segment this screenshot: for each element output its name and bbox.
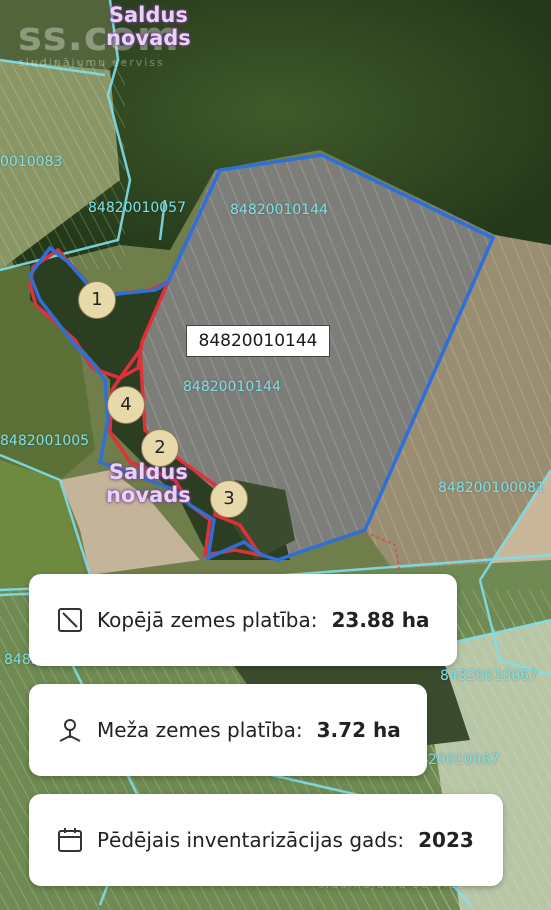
region-label: Saldus novads [106, 4, 191, 50]
forest-area-card: Meža zemes platība: 3.72 ha [29, 684, 427, 776]
region-label-line: novads [106, 26, 191, 50]
forest-area-value: 3.72 ha [316, 718, 401, 742]
total-area-value: 23.88 ha [331, 608, 430, 632]
marker-1[interactable]: 1 [78, 281, 116, 319]
selected-parcel-label[interactable]: 84820010144 [186, 325, 330, 357]
tree-icon [55, 715, 85, 745]
area-icon [55, 605, 85, 635]
parcel-label: 20010067 [428, 752, 500, 768]
parcel-label: 84820010144 [183, 379, 281, 395]
parcel-label: 0010083 [0, 154, 63, 170]
total-area-card: Kopējā zemes platība: 23.88 ha [29, 574, 457, 666]
total-area-label: Kopējā zemes platība: [97, 608, 318, 632]
region-label-line: novads [106, 483, 191, 507]
parcel-label: 84820010067 [440, 668, 538, 684]
parcel-label: 8482001005 [0, 433, 90, 449]
forest-area-label: Meža zemes platība: [97, 718, 303, 742]
region-label: Saldus novads [106, 461, 191, 507]
parcel-label: 84820010144 [230, 202, 328, 218]
inventory-year-value: 2023 [418, 828, 474, 852]
inventory-year-card: Pēdējais inventarizācijas gads: 2023 [29, 794, 503, 886]
parcel-label: 848200100081 [438, 480, 545, 496]
calendar-icon [55, 825, 85, 855]
marker-3[interactable]: 3 [210, 480, 248, 518]
parcel-label: 84820010057 [88, 200, 186, 216]
region-label-line: Saldus [108, 3, 188, 27]
inventory-year-label: Pēdējais inventarizācijas gads: [97, 828, 405, 852]
marker-2[interactable]: 2 [141, 429, 179, 467]
region-label-line: Saldus [108, 460, 188, 484]
marker-4[interactable]: 4 [107, 386, 145, 424]
watermark-tagline: sludinājumu serviss [18, 56, 165, 69]
